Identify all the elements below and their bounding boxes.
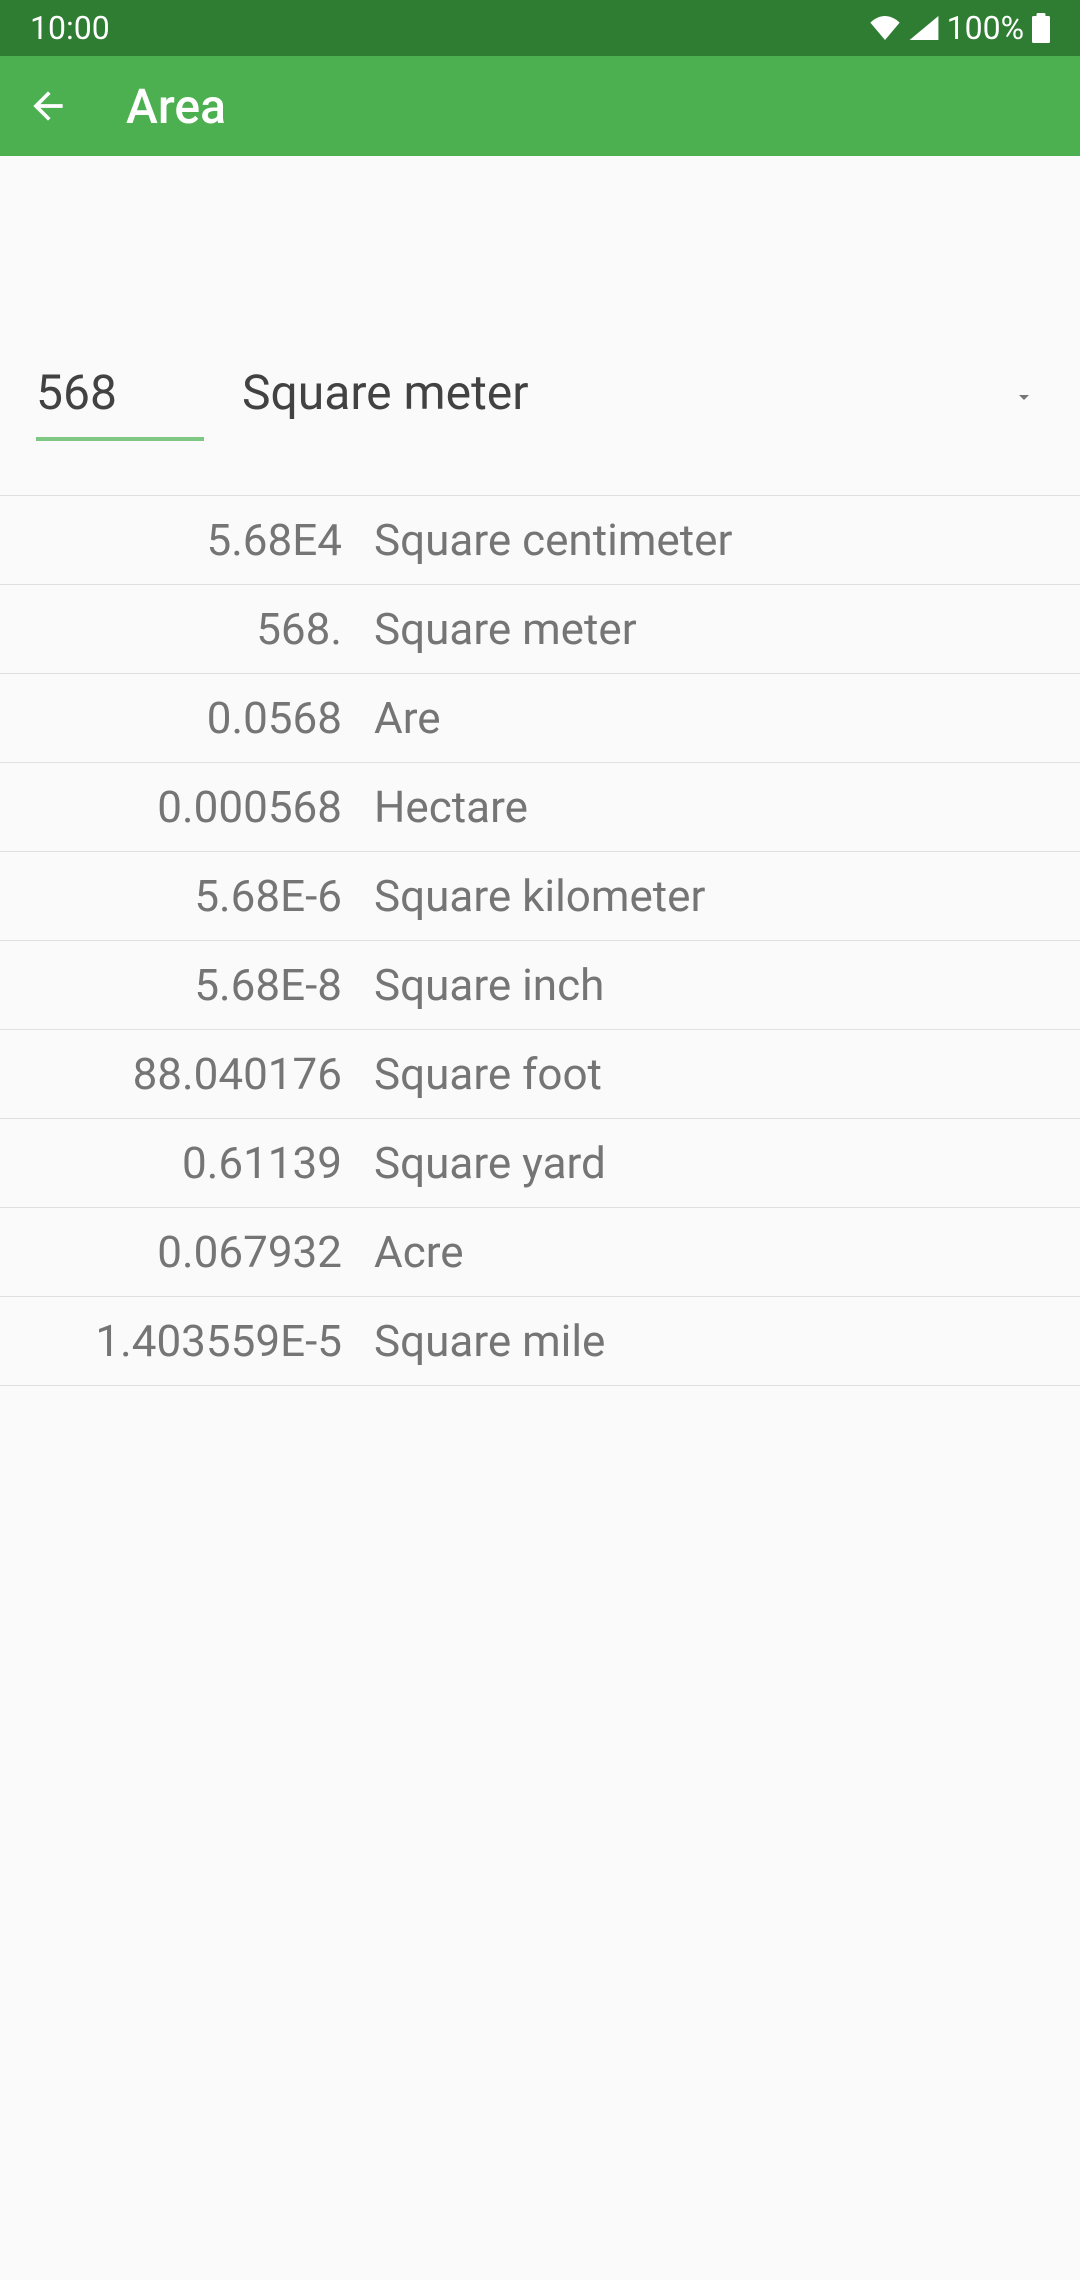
back-button[interactable] xyxy=(24,82,72,130)
result-unit: Are xyxy=(358,692,1080,744)
result-row[interactable]: 0.61139Square yard xyxy=(0,1119,1080,1208)
wifi-icon xyxy=(869,16,901,40)
result-value: 88.040176 xyxy=(0,1048,358,1100)
result-row[interactable]: 0.0568Are xyxy=(0,674,1080,763)
arrow-back-icon xyxy=(26,84,70,128)
status-bar: 10:00 100% xyxy=(0,0,1080,56)
result-unit: Square meter xyxy=(358,603,1080,655)
status-indicators: 100% xyxy=(869,9,1050,47)
result-unit: Acre xyxy=(358,1226,1080,1278)
unit-selector[interactable]: Square meter xyxy=(242,364,1044,441)
result-unit: Square kilometer xyxy=(358,870,1080,922)
result-value: 0.067932 xyxy=(0,1226,358,1278)
result-row[interactable]: 5.68E-6Square kilometer xyxy=(0,852,1080,941)
battery-text: 100% xyxy=(947,9,1024,47)
result-value: 5.68E4 xyxy=(0,514,358,566)
results-list: 5.68E4Square centimeter568.Square meter0… xyxy=(0,495,1080,1386)
result-value: 568. xyxy=(0,603,358,655)
status-time: 10:00 xyxy=(30,9,110,47)
result-row[interactable]: 568.Square meter xyxy=(0,585,1080,674)
page-title: Area xyxy=(126,78,226,135)
chevron-down-icon xyxy=(1012,364,1036,421)
signal-icon xyxy=(909,16,939,40)
selected-unit-label: Square meter xyxy=(242,364,529,421)
result-unit: Hectare xyxy=(358,781,1080,833)
value-input[interactable] xyxy=(36,356,204,441)
result-unit: Square yard xyxy=(358,1137,1080,1189)
battery-icon xyxy=(1032,13,1050,43)
input-section: Square meter xyxy=(0,356,1080,461)
result-row[interactable]: 5.68E-8Square inch xyxy=(0,941,1080,1030)
result-unit: Square centimeter xyxy=(358,514,1080,566)
result-value: 0.61139 xyxy=(0,1137,358,1189)
result-row[interactable]: 5.68E4Square centimeter xyxy=(0,496,1080,585)
result-value: 0.000568 xyxy=(0,781,358,833)
result-unit: Square foot xyxy=(358,1048,1080,1100)
result-value: 0.0568 xyxy=(0,692,358,744)
content-area: Square meter 5.68E4Square centimeter568.… xyxy=(0,156,1080,1386)
result-unit: Square mile xyxy=(358,1315,1080,1367)
result-row[interactable]: 1.403559E-5Square mile xyxy=(0,1297,1080,1386)
app-bar: Area xyxy=(0,56,1080,156)
result-row[interactable]: 0.000568Hectare xyxy=(0,763,1080,852)
result-value: 1.403559E-5 xyxy=(0,1315,358,1367)
result-value: 5.68E-8 xyxy=(0,959,358,1011)
result-value: 5.68E-6 xyxy=(0,870,358,922)
time-text: 10:00 xyxy=(30,9,110,47)
result-row[interactable]: 0.067932Acre xyxy=(0,1208,1080,1297)
result-unit: Square inch xyxy=(358,959,1080,1011)
result-row[interactable]: 88.040176Square foot xyxy=(0,1030,1080,1119)
